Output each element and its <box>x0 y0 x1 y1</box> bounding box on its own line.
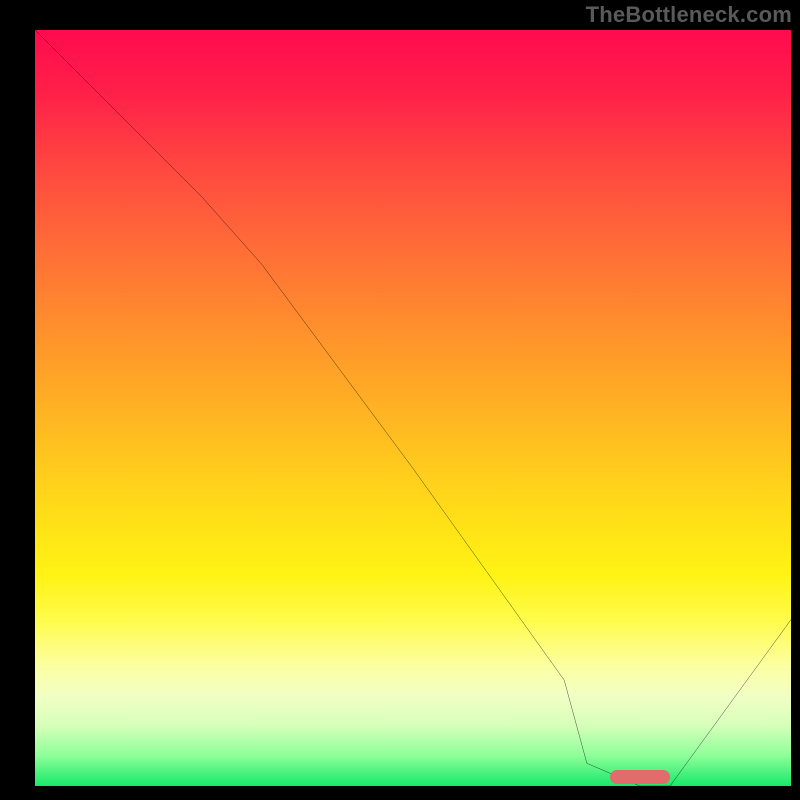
curve-path <box>35 30 791 786</box>
chart-frame: TheBottleneck.com <box>0 0 800 800</box>
optimal-range-marker <box>610 770 670 784</box>
bottleneck-curve <box>35 30 791 786</box>
plot-area <box>35 30 791 786</box>
attribution-text: TheBottleneck.com <box>586 2 792 28</box>
